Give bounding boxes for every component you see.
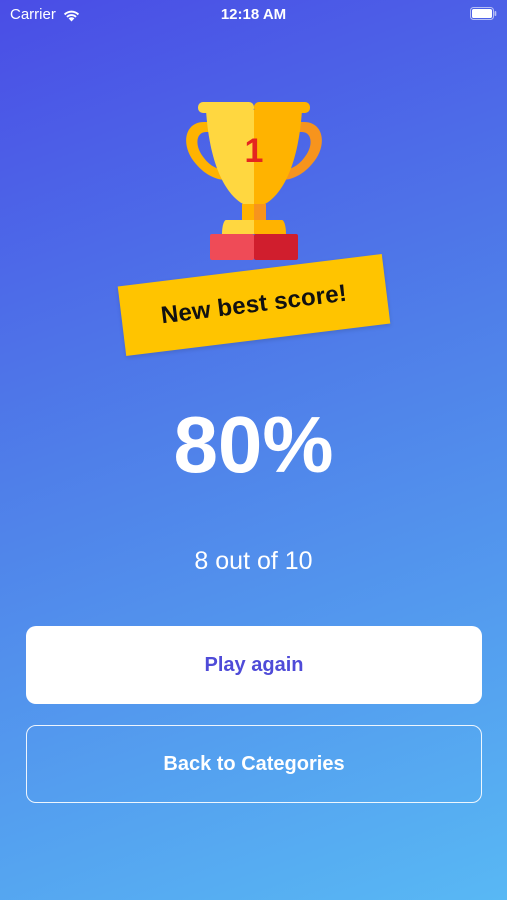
play-again-button[interactable]: Play again	[26, 626, 482, 704]
result-screen: Carrier 12:18 AM 1 New best score! 80% 8…	[0, 0, 507, 900]
score-detail: 8 out of 10	[194, 547, 313, 575]
new-best-score-badge: New best score!	[117, 254, 391, 356]
score-percent: 80%	[173, 400, 334, 489]
status-time: 12:18 AM	[220, 6, 287, 23]
play-again-label: Play again	[204, 653, 304, 676]
status-bar: Carrier 12:18 AM	[0, 0, 507, 30]
badge-text: New best score!	[159, 279, 349, 330]
back-to-categories-label: Back to Categories	[163, 752, 345, 775]
back-to-categories-button[interactable]: Back to Categories	[26, 725, 482, 803]
trophy-icon: 1	[186, 102, 322, 260]
battery-icon	[470, 7, 497, 20]
trophy-rank: 1	[245, 132, 264, 170]
